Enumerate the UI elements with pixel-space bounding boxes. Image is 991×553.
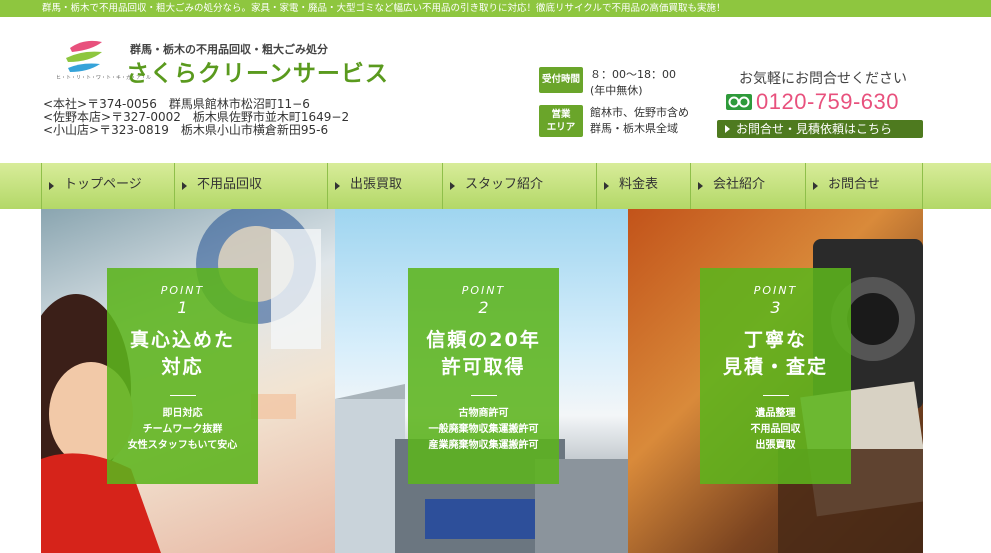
top-announcement-bar: 群馬・栃木で不用品回収・粗大ごみの処分なら。家具・家電・廃品・大型ゴミなど幅広い… bbox=[0, 0, 991, 17]
point-panel-1: POINT 1 真心込めた 対応 即日対応 チームワーク抜群 女性スタッフもいて… bbox=[41, 209, 335, 553]
nav-label: スタッフ紹介 bbox=[465, 177, 544, 192]
point-number: 3 bbox=[770, 298, 781, 317]
point-title-line1: 信頼の20年 bbox=[426, 329, 541, 351]
point-feature: 遺品整理 bbox=[755, 408, 796, 419]
point-panel-2: POINT 2 信頼の20年 許可取得 古物商許可 一般廃棄物収集運搬許可 産業… bbox=[335, 209, 628, 553]
nav-arrow-icon bbox=[813, 182, 818, 190]
point-feature: 不用品回収 bbox=[750, 424, 801, 435]
business-hours: ８：00〜18：00 (年中無休) bbox=[590, 67, 676, 99]
office-addresses: <本社>〒374-0056 群馬県館林市松沼町11−6 <佐野本店>〒327-0… bbox=[43, 98, 349, 137]
point-features: 古物商許可 一般廃棄物収集運搬許可 産業廃棄物収集運搬許可 bbox=[408, 406, 559, 454]
point-title-line1: 真心込めた bbox=[129, 329, 235, 351]
address-oyama-office: <小山店>〒323-0819 栃木県小山市横倉新田95-6 bbox=[43, 123, 329, 137]
point-features: 遺品整理 不用品回収 出張買取 bbox=[700, 406, 851, 454]
nav-arrow-icon bbox=[335, 182, 340, 190]
point-divider bbox=[470, 395, 497, 396]
point-divider bbox=[762, 395, 789, 396]
point-number: 2 bbox=[478, 298, 489, 317]
point-feature: チームワーク抜群 bbox=[142, 424, 223, 435]
global-nav: トップページ 不用品回収 出張買取 スタッフ紹介 料金表 会社紹介 お問合せ bbox=[0, 163, 991, 209]
nav-label: 出張買取 bbox=[350, 177, 403, 192]
contact-button-label: お問合せ・見積依頼はこちら bbox=[736, 122, 893, 136]
point-title: 丁寧な 見積・査定 bbox=[700, 327, 851, 381]
nav-arrow-icon bbox=[182, 182, 187, 190]
nav-item-buyback[interactable]: 出張買取 bbox=[327, 163, 442, 209]
hours-closed: (年中無休) bbox=[590, 84, 643, 97]
point-card-3: POINT 3 丁寧な 見積・査定 遺品整理 不用品回収 出張買取 bbox=[700, 268, 851, 484]
hours-badge: 受付時間 bbox=[539, 67, 583, 93]
area-badge: 営業 エリア bbox=[539, 105, 583, 137]
area-line2: 群馬・栃木県全域 bbox=[590, 122, 678, 135]
point-label: POINT bbox=[753, 284, 798, 297]
area-badge-line1: 営業 bbox=[551, 109, 571, 120]
freedial-icon bbox=[726, 94, 752, 110]
point-feature: 産業廃棄物収集運搬許可 bbox=[428, 440, 539, 451]
hero-points: POINT 1 真心込めた 対応 即日対応 チームワーク抜群 女性スタッフもいて… bbox=[41, 209, 923, 553]
nav-arrow-icon bbox=[450, 182, 455, 190]
nav-arrow-icon bbox=[604, 182, 609, 190]
point-features: 即日対応 チームワーク抜群 女性スタッフもいて安心 bbox=[107, 406, 258, 454]
nav-arrow-icon bbox=[49, 182, 54, 190]
point-title-line1: 丁寧な bbox=[743, 329, 807, 351]
point-card-2: POINT 2 信頼の20年 許可取得 古物商許可 一般廃棄物収集運搬許可 産業… bbox=[408, 268, 559, 484]
nav-item-junk-removal[interactable]: 不用品回収 bbox=[174, 163, 327, 209]
phone-number[interactable]: 0120-759-630 bbox=[756, 89, 899, 115]
point-title: 信頼の20年 許可取得 bbox=[408, 327, 559, 381]
nav-label: 会社紹介 bbox=[713, 177, 766, 192]
point-label: POINT bbox=[461, 284, 506, 297]
contact-estimate-button[interactable]: お問合せ・見積依頼はこちら bbox=[717, 120, 923, 138]
point-feature: 女性スタッフもいて安心 bbox=[127, 440, 238, 451]
phone-link[interactable]: 0120-759-630 bbox=[726, 89, 899, 115]
point-number: 1 bbox=[177, 298, 188, 317]
point-feature: 即日対応 bbox=[162, 408, 203, 419]
nav-list: トップページ 不用品回収 出張買取 スタッフ紹介 料金表 会社紹介 お問合せ bbox=[41, 163, 923, 209]
service-area: 館林市、佐野市含め 群馬・栃木県全域 bbox=[590, 105, 689, 137]
contact-invite: お気軽にお問合せください bbox=[739, 71, 907, 87]
nav-arrow-icon bbox=[698, 182, 703, 190]
site-logo-name[interactable]: さくらクリーンサービス bbox=[126, 54, 389, 88]
point-feature: 古物商許可 bbox=[458, 408, 509, 419]
point-feature: 一般廃棄物収集運搬許可 bbox=[428, 424, 539, 435]
nav-label: 不用品回収 bbox=[197, 177, 263, 192]
area-badge-line2: エリア bbox=[546, 122, 576, 133]
point-feature: 出張買取 bbox=[755, 440, 796, 451]
point-title-line2: 許可取得 bbox=[441, 356, 526, 378]
point-title: 真心込めた 対応 bbox=[107, 327, 258, 381]
nav-item-contact[interactable]: お問合せ bbox=[805, 163, 923, 209]
point-divider bbox=[169, 395, 196, 396]
area-line1: 館林市、佐野市含め bbox=[590, 106, 689, 119]
point-label: POINT bbox=[160, 284, 205, 297]
nav-item-pricing[interactable]: 料金表 bbox=[596, 163, 690, 209]
point-title-line2: 対応 bbox=[161, 356, 204, 378]
point-panel-3: POINT 3 丁寧な 見積・査定 遺品整理 不用品回収 出張買取 bbox=[628, 209, 923, 553]
point-title-line2: 見積・査定 bbox=[722, 356, 828, 378]
sakura-logo-icon[interactable] bbox=[62, 38, 104, 76]
nav-label: 料金表 bbox=[619, 177, 659, 192]
nav-item-company[interactable]: 会社紹介 bbox=[690, 163, 805, 209]
nav-label: トップページ bbox=[64, 177, 142, 192]
hours-time: ８：00〜18：00 bbox=[590, 68, 676, 81]
nav-item-staff[interactable]: スタッフ紹介 bbox=[442, 163, 596, 209]
nav-item-top[interactable]: トップページ bbox=[41, 163, 174, 209]
nav-label: お問合せ bbox=[828, 177, 881, 192]
arrow-right-icon bbox=[725, 125, 730, 133]
point-card-1: POINT 1 真心込めた 対応 即日対応 チームワーク抜群 女性スタッフもいて… bbox=[107, 268, 258, 484]
